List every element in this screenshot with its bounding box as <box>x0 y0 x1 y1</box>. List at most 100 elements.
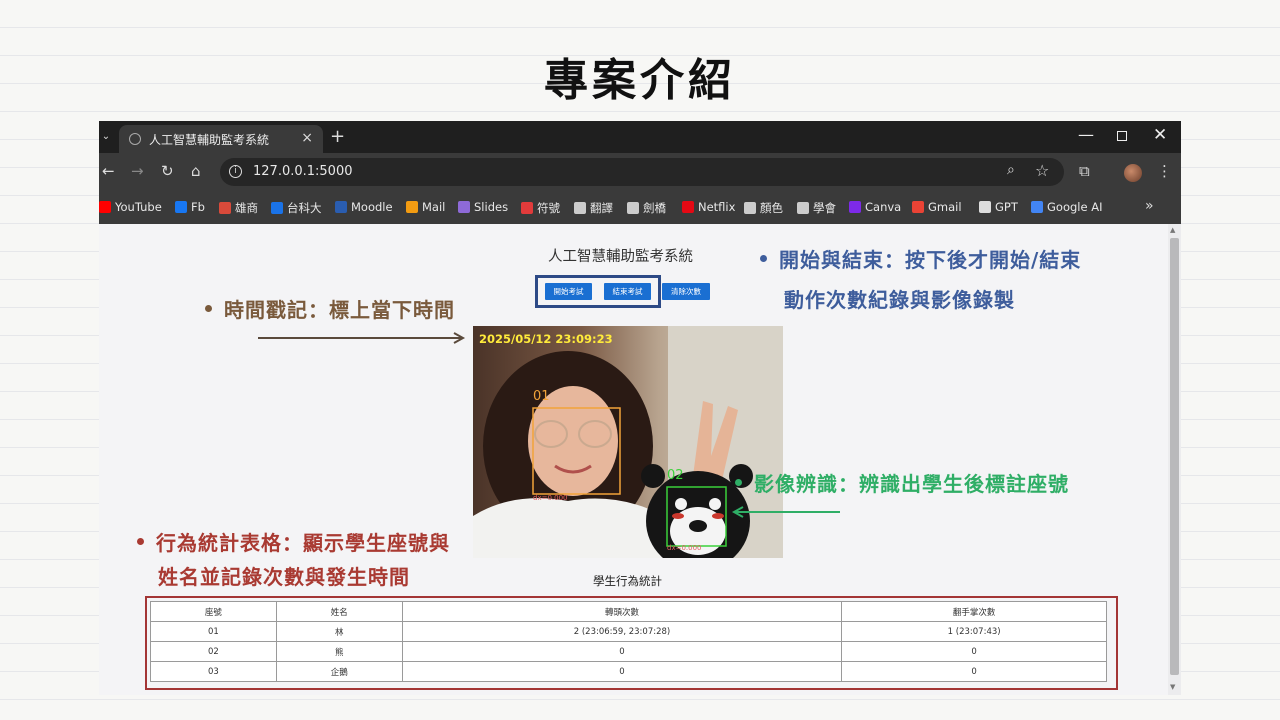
more-bookmarks-icon[interactable]: » <box>1145 198 1154 214</box>
bookmark-label: 雄商 <box>235 201 258 215</box>
cell-turn-head: 0 <box>401 641 843 662</box>
bullet-dot <box>760 255 767 262</box>
restore-button[interactable] <box>1117 131 1127 141</box>
arrow-to-timestamp <box>258 332 466 344</box>
school-icon <box>219 202 231 214</box>
cell-flip-palm: 0 <box>841 641 1107 662</box>
cell-flip-palm: 1 (23:07:43) <box>841 621 1107 642</box>
bookmark-label: Moodle <box>351 200 393 214</box>
close-window-button[interactable]: ✕ <box>1153 125 1167 145</box>
tab-close-icon[interactable]: × <box>301 130 313 146</box>
bookmark-學會[interactable]: 學會 <box>797 200 836 216</box>
bookmark-label: YouTube <box>115 200 162 214</box>
reload-icon[interactable]: ↻ <box>161 162 174 180</box>
page-scrollbar[interactable]: ▲ ▼ <box>1168 224 1181 695</box>
webcam-feed: 2025/05/12 23:09:23 01 dx=0.000 02 dx=0.… <box>473 326 783 558</box>
annotation-stats-line2: 姓名並記錄次數與發生時間 <box>158 565 410 589</box>
bookmark-台科大[interactable]: 台科大 <box>271 200 322 216</box>
bookmark-youtube[interactable]: YouTube <box>99 200 162 214</box>
scrollbar-thumb[interactable] <box>1170 238 1179 675</box>
bookmark-fb[interactable]: Fb <box>175 200 205 214</box>
app-title: 人工智慧輔助監考系統 <box>548 249 693 265</box>
annotation-recognition: 影像辨識：辨識出學生後標註座號 <box>735 468 1069 497</box>
annotation-start-end: 開始與結束：按下後才開始/結束 <box>760 244 1081 273</box>
bookmark-label: Google AI <box>1047 200 1103 214</box>
col-flip-palm: 翻手掌次數 <box>841 601 1107 622</box>
table-row: 02 熊 0 0 <box>150 641 1107 662</box>
bookmark-label: 學會 <box>813 201 836 215</box>
new-tab-button[interactable]: + <box>330 126 345 147</box>
bookmark-slides[interactable]: Slides <box>458 200 508 214</box>
profile-avatar[interactable] <box>1124 164 1142 182</box>
tab-title: 人工智慧輔助監考系統 <box>149 133 270 147</box>
tab-search-icon[interactable]: ⌄ <box>99 127 113 147</box>
cell-name: 企鵝 <box>275 661 403 682</box>
address-url[interactable]: 127.0.0.1:5000 <box>253 164 353 179</box>
scroll-down-icon[interactable]: ▼ <box>1170 683 1175 691</box>
browser-toolbar: ← → ↻ ⌂ i 127.0.0.1:5000 ⌕ ☆ ⧉ ⋮ <box>99 153 1181 191</box>
detection-seat-02: 02 <box>667 468 684 483</box>
bookmark-netflix[interactable]: Netflix <box>682 200 735 214</box>
cell-seat: 03 <box>150 661 277 682</box>
bookmark-顏色[interactable]: 顏色 <box>744 200 783 216</box>
start-exam-button[interactable]: 開始考試 <box>545 283 592 300</box>
detection-info-01: dx=0.000 <box>533 494 568 502</box>
scroll-up-icon[interactable]: ▲ <box>1170 226 1175 234</box>
bookmark-label: GPT <box>995 200 1018 214</box>
extensions-icon[interactable]: ⧉ <box>1079 162 1090 180</box>
youtube-icon <box>99 201 111 213</box>
globe-icon <box>271 202 283 214</box>
symbol-icon <box>521 202 533 214</box>
google-ai-icon <box>1031 201 1043 213</box>
back-arrow-icon[interactable]: ← <box>102 162 115 180</box>
bookmark-label: Gmail <box>928 200 962 214</box>
bookmark-moodle[interactable]: Moodle <box>335 200 393 214</box>
bookmark-翻譯[interactable]: 翻譯 <box>574 200 613 216</box>
bookmark-label: Slides <box>474 200 509 214</box>
globe-icon <box>627 202 639 214</box>
detection-info-02: dx=0.000 <box>667 544 702 552</box>
bookmark-符號[interactable]: 符號 <box>521 200 560 216</box>
bookmark-mail[interactable]: Mail <box>406 200 445 214</box>
mail-icon <box>406 201 418 213</box>
browser-window: ⌄ 人工智慧輔助監考系統 × + — ✕ ← → ↻ ⌂ i 127.0.0.1… <box>99 121 1181 695</box>
bookmark-劍橋[interactable]: 劍橋 <box>627 200 666 216</box>
table-row: 01 林 2 (23:06:59, 23:07:28) 1 (23:07:43) <box>150 621 1107 642</box>
bookmark-gmail[interactable]: Gmail <box>912 200 962 214</box>
tab-active[interactable]: 人工智慧輔助監考系統 × <box>119 125 323 153</box>
address-bar[interactable]: i 127.0.0.1:5000 ⌕ ☆ <box>220 158 1064 186</box>
cell-seat: 01 <box>150 621 277 642</box>
bookmark-google-ai[interactable]: Google AI <box>1031 200 1102 214</box>
minimize-button[interactable]: — <box>1078 125 1094 144</box>
menu-dots-icon[interactable]: ⋮ <box>1157 162 1172 180</box>
tab-bar: ⌄ 人工智慧輔助監考系統 × + — ✕ <box>99 121 1181 153</box>
bookmarks-bar: YouTube Fb 雄商 台科大 Moodle Mail Slides 符號 翻譯 劍橋 Netf… <box>99 191 1181 224</box>
site-info-icon[interactable]: i <box>229 165 242 178</box>
canva-icon <box>849 201 861 213</box>
home-icon[interactable]: ⌂ <box>191 162 201 180</box>
bookmark-gpt[interactable]: GPT <box>979 200 1018 214</box>
zoom-icon[interactable]: ⌕ <box>1007 162 1015 178</box>
forward-arrow-icon[interactable]: → <box>131 162 144 180</box>
annotation-start-end-line1: 開始與結束：按下後才開始/結束 <box>779 248 1082 272</box>
arrow-to-detection <box>731 506 840 518</box>
stats-table: 座號 姓名 轉頭次數 翻手掌次數 01 林 2 (23:06:59, 23:07… <box>150 601 1107 682</box>
cell-seat: 02 <box>150 641 277 662</box>
end-exam-button[interactable]: 結束考試 <box>604 283 651 300</box>
cell-name: 林 <box>275 621 403 642</box>
annotation-timestamp: 時間戳記：標上當下時間 <box>205 294 455 323</box>
clear-count-button[interactable]: 清除次數 <box>662 283 710 300</box>
bookmark-label: Fb <box>191 200 205 214</box>
table-row: 03 企鵝 0 0 <box>150 661 1107 682</box>
bookmark-star-icon[interactable]: ☆ <box>1035 161 1049 180</box>
bookmark-雄商[interactable]: 雄商 <box>219 200 258 216</box>
cell-turn-head: 0 <box>401 661 843 682</box>
bookmark-canva[interactable]: Canva <box>849 200 901 214</box>
globe-icon <box>574 202 586 214</box>
bookmark-label: 劍橋 <box>643 201 666 215</box>
bullet-dot <box>735 479 742 486</box>
webcam-scene <box>473 326 783 558</box>
video-timestamp: 2025/05/12 23:09:23 <box>479 332 613 346</box>
slides-icon <box>458 201 470 213</box>
cell-name: 熊 <box>275 641 403 662</box>
